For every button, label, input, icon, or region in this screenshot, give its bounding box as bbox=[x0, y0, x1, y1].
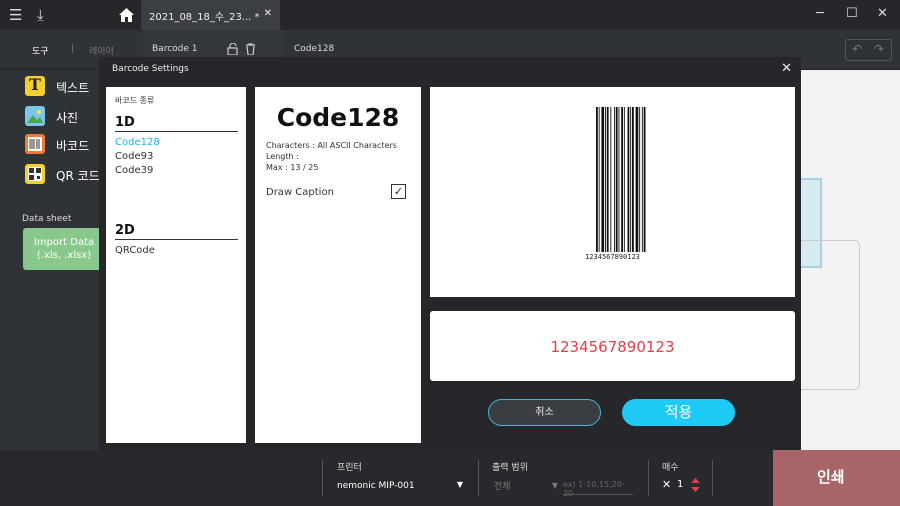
photo-tool-icon bbox=[25, 106, 45, 126]
tool-panel: T 텍스트 사진 바코드 QR 코드 Data sheet Import Dat… bbox=[0, 70, 105, 450]
home-icon[interactable] bbox=[119, 8, 134, 22]
canvas-area[interactable] bbox=[800, 70, 900, 450]
barcode-type-title: Code128 bbox=[276, 103, 400, 132]
range-label: 출력 범위 bbox=[492, 463, 528, 473]
characters-info: Characters : All ASCII Characters bbox=[266, 141, 397, 150]
chevron-down-icon: ▼ bbox=[456, 480, 463, 489]
printer-value: nemonic MIP-001 bbox=[337, 481, 415, 491]
draw-caption-label: Draw Caption bbox=[266, 187, 334, 198]
redo-button[interactable]: ↷ bbox=[874, 42, 884, 56]
barcode-type-header: 바코드 종류 bbox=[115, 96, 155, 105]
range-select[interactable]: 전체 ▼ bbox=[494, 479, 558, 493]
range-value: 전체 bbox=[494, 482, 511, 492]
import-data-button[interactable]: Import Data (.xls, .xlsx) bbox=[23, 228, 105, 270]
type-code39[interactable]: Code39 bbox=[115, 165, 153, 176]
maximize-button[interactable]: ☐ bbox=[846, 6, 858, 21]
barcode-tool-icon bbox=[25, 134, 45, 154]
text-tool-icon: T bbox=[25, 75, 45, 96]
copies-value[interactable]: 1 bbox=[677, 479, 683, 490]
tab-separator: | bbox=[71, 44, 75, 54]
separator bbox=[478, 460, 479, 496]
canvas-printer-outline bbox=[800, 240, 860, 390]
separator bbox=[648, 460, 649, 496]
print-button-label[interactable]: 인쇄 bbox=[817, 466, 845, 487]
chevron-down-icon: ▼ bbox=[551, 481, 558, 490]
title-bar: ☰ ⤓ 2021_08_18_수_23... * ✕ ─ ☐ ✕ bbox=[0, 0, 900, 30]
tool-photo-label: 사진 bbox=[56, 111, 79, 125]
tool-qrcode-label: QR 코드 bbox=[56, 169, 100, 183]
barcode-preview: 1234567890123 bbox=[430, 87, 795, 297]
tool-text-label: 텍스트 bbox=[56, 81, 90, 95]
section-2d: 2D bbox=[115, 223, 238, 240]
object-tab-label: Barcode 1 bbox=[152, 44, 198, 54]
apply-button[interactable]: 적용 bbox=[622, 399, 735, 426]
barcode-caption: 1234567890123 bbox=[585, 253, 640, 261]
barcode-info-panel: Code128 Characters : All ASCII Character… bbox=[255, 87, 421, 443]
barcode-image bbox=[596, 107, 646, 252]
barcode-data-value: 1234567890123 bbox=[550, 338, 675, 356]
printer-label: 프린터 bbox=[337, 463, 362, 473]
separator bbox=[322, 460, 323, 496]
qrcode-tool-icon bbox=[25, 164, 45, 184]
type-code93[interactable]: Code93 bbox=[115, 151, 153, 162]
multiply-icon: ✕ bbox=[662, 478, 672, 491]
separator bbox=[712, 460, 713, 496]
import-data-line1: Import Data bbox=[33, 237, 95, 248]
tool-barcode-label: 바코드 bbox=[56, 139, 90, 153]
type-code128[interactable]: Code128 bbox=[115, 137, 160, 148]
type-qrcode[interactable]: QRCode bbox=[115, 245, 155, 256]
close-icon[interactable]: ✕ bbox=[264, 8, 272, 19]
window-close-button[interactable]: ✕ bbox=[877, 6, 888, 21]
trash-icon[interactable] bbox=[245, 43, 256, 55]
tab-layers[interactable]: 레이어 bbox=[89, 44, 114, 57]
draw-caption-checkbox[interactable]: ✓ bbox=[391, 184, 406, 199]
document-tab[interactable]: 2021_08_18_수_23... * ✕ bbox=[141, 0, 280, 30]
range-input[interactable]: ex) 1-10,15,20-30 bbox=[563, 477, 633, 498]
download-icon[interactable]: ⤓ bbox=[37, 6, 44, 24]
barcode-settings-dialog: Barcode Settings ✕ 바코드 종류 1D Code128 Cod… bbox=[99, 57, 801, 450]
minimize-button[interactable]: ─ bbox=[816, 6, 824, 21]
undo-redo-group: ↶ ↷ bbox=[845, 39, 892, 61]
barcode-type-panel: 바코드 종류 1D Code128 Code93 Code39 2D QRCod… bbox=[106, 87, 246, 443]
barcode-data-input[interactable]: 1234567890123 bbox=[430, 311, 795, 381]
length-info: Length : bbox=[266, 152, 299, 161]
max-info: Max : 13 / 25 bbox=[266, 163, 319, 172]
object-name: Code128 bbox=[294, 44, 335, 54]
copies-stepper[interactable] bbox=[691, 478, 700, 492]
hamburger-menu-icon[interactable]: ☰ bbox=[9, 6, 22, 24]
undo-button[interactable]: ↶ bbox=[852, 42, 862, 56]
document-tab-title: 2021_08_18_수_23... * bbox=[149, 12, 260, 23]
cancel-button[interactable]: 취소 bbox=[488, 399, 601, 426]
copies-label: 매수 bbox=[662, 463, 679, 473]
printer-select[interactable]: nemonic MIP-001 ▼ bbox=[337, 478, 463, 494]
watermark: 인쇄 bbox=[773, 450, 900, 506]
section-1d: 1D bbox=[115, 115, 238, 132]
import-data-line2: (.xls, .xlsx) bbox=[36, 250, 92, 261]
datasheet-label: Data sheet bbox=[22, 214, 72, 224]
unlock-icon[interactable] bbox=[227, 43, 238, 55]
dialog-close-button[interactable]: ✕ bbox=[781, 61, 792, 76]
dialog-title: Barcode Settings bbox=[112, 64, 189, 74]
tab-tools[interactable]: 도구 bbox=[32, 44, 49, 57]
